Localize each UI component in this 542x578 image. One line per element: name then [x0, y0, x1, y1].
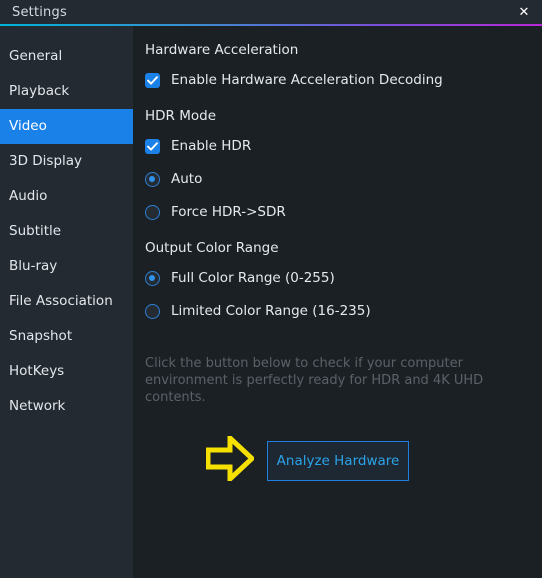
sidebar-item-file-association[interactable]: File Association: [0, 284, 133, 319]
sidebar-item-playback[interactable]: Playback: [0, 74, 133, 109]
radio-icon[interactable]: [145, 171, 160, 187]
radio-icon[interactable]: [145, 204, 160, 220]
settings-sidebar: General Playback Video 3D Display Audio Subti…: [0, 26, 133, 578]
enable-hw-accel-row[interactable]: Enable Hardware Acceleration Decoding: [145, 72, 542, 88]
analyze-hint-text: Click the button below to check if your …: [145, 356, 484, 405]
window-title: Settings: [12, 4, 67, 20]
check-icon: [147, 75, 158, 85]
color-range-full-label: Full Color Range (0-255): [171, 270, 335, 286]
window-body: General Playback Video 3D Display Audio Subti…: [0, 26, 542, 578]
color-range-limited-label: Limited Color Range (16-235): [171, 303, 371, 319]
enable-hw-accel-label: Enable Hardware Acceleration Decoding: [171, 72, 443, 88]
arrow-right-icon: [205, 432, 256, 485]
sidebar-item-snapshot[interactable]: Snapshot: [0, 319, 133, 354]
sidebar-item-hotkeys[interactable]: HotKeys: [0, 354, 133, 389]
color-range-limited-row[interactable]: Limited Color Range (16-235): [145, 303, 542, 319]
color-range-full-row[interactable]: Full Color Range (0-255): [145, 270, 542, 286]
hdr-option-auto-row[interactable]: Auto: [145, 171, 542, 187]
analyze-hardware-button[interactable]: Analyze Hardware: [267, 440, 409, 481]
close-icon[interactable]: ✕: [506, 0, 542, 24]
checkbox-icon[interactable]: [145, 138, 160, 154]
hdr-option-force-row[interactable]: Force HDR->SDR: [145, 204, 542, 220]
hdr-mode-heading: HDR Mode: [145, 108, 217, 124]
sidebar-item-subtitle[interactable]: Subtitle: [0, 214, 133, 249]
sidebar-item-audio[interactable]: Audio: [0, 179, 133, 214]
check-icon: [147, 141, 158, 151]
enable-hdr-label: Enable HDR: [171, 138, 252, 154]
sidebar-item-general[interactable]: General: [0, 39, 133, 74]
output-color-range-heading: Output Color Range: [145, 240, 279, 256]
settings-window: Settings ✕ General Playback Video 3D Displa…: [0, 0, 542, 578]
video-settings-panel: Hardware Acceleration Enable Hardware Ac…: [133, 26, 542, 578]
hardware-acceleration-heading: Hardware Acceleration: [145, 42, 299, 58]
title-bar: Settings ✕: [0, 0, 542, 24]
hdr-option-auto-label: Auto: [171, 171, 203, 187]
checkbox-icon[interactable]: [145, 72, 160, 88]
analyze-cta-area: Analyze Hardware: [145, 432, 542, 485]
sidebar-item-network[interactable]: Network: [0, 389, 133, 424]
enable-hdr-row[interactable]: Enable HDR: [145, 138, 542, 154]
radio-icon[interactable]: [145, 303, 160, 319]
sidebar-item-blu-ray[interactable]: Blu-ray: [0, 249, 133, 284]
radio-icon[interactable]: [145, 270, 160, 286]
sidebar-item-3d-display[interactable]: 3D Display: [0, 144, 133, 179]
sidebar-item-video[interactable]: Video: [0, 109, 133, 144]
hdr-option-force-label: Force HDR->SDR: [171, 204, 286, 220]
